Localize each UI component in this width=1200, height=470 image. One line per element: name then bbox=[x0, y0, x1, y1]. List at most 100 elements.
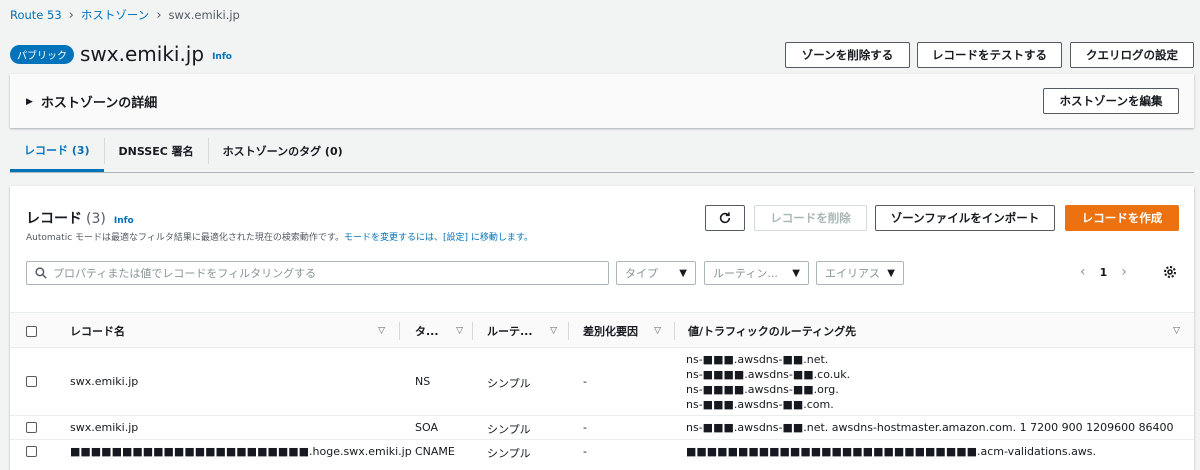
record-type: CNAME bbox=[415, 445, 455, 458]
pagination: ‹ 1 › bbox=[1080, 264, 1127, 280]
column-type-label: タ... bbox=[415, 325, 439, 338]
delete-record-button[interactable]: レコードを削除 bbox=[754, 205, 867, 231]
select-all-cell bbox=[26, 313, 37, 349]
records-count: (3) bbox=[86, 211, 106, 227]
hosted-zone-details-panel: ▶ ホストゾーンの詳細 bbox=[10, 74, 1194, 128]
records-table: レコード名 ▽ タ... ▽ ルーテ... ▽ 差別化要因 ▽ 値/トラフィックのルーテ… bbox=[10, 312, 1194, 464]
breadcrumb: Route 53 › ホストゾーン › swx.emiki.jp bbox=[10, 7, 240, 23]
next-page-icon[interactable]: › bbox=[1121, 264, 1127, 280]
tab-tags[interactable]: ホストゾーンのタグ (0) bbox=[209, 130, 357, 172]
caret-down-icon: ▼ bbox=[792, 267, 800, 279]
sort-icon: ▽ bbox=[378, 326, 385, 336]
info-link[interactable]: Info bbox=[212, 52, 232, 62]
public-badge: パブリック bbox=[10, 44, 74, 64]
create-record-button[interactable]: レコードを作成 bbox=[1065, 205, 1179, 231]
previous-page-icon[interactable]: ‹ bbox=[1080, 264, 1086, 280]
record-name: swx.emiki.jp bbox=[70, 421, 139, 434]
row-checkbox-cell bbox=[26, 376, 37, 387]
table-row[interactable]: ■■■■■■■■■■■■■■■■■■■■■■■.hoge.swx.emiki.j… bbox=[10, 440, 1194, 464]
column-divider bbox=[568, 322, 569, 340]
row-checkbox-cell bbox=[26, 446, 37, 457]
column-routing-label: ルーテ... bbox=[487, 325, 533, 338]
record-value-line: ns-■■■■.awsdns-■■.org. bbox=[686, 383, 839, 396]
tab-records[interactable]: レコード (3) bbox=[10, 130, 104, 172]
details-toggle[interactable]: ▶ ホストゾーンの詳細 bbox=[26, 92, 157, 111]
import-zone-file-button[interactable]: ゾーンファイルをインポート bbox=[875, 205, 1055, 231]
sort-icon: ▽ bbox=[550, 326, 557, 336]
details-label: ホストゾーンの詳細 bbox=[40, 96, 158, 111]
chevron-right-icon: › bbox=[156, 7, 162, 23]
tabs: レコード (3) DNSSEC 署名 ホストゾーンのタグ (0) bbox=[10, 130, 1194, 173]
table-row[interactable]: swx.emiki.jp SOA シンプル - ns-■■■.awsdns-■■… bbox=[10, 416, 1194, 440]
gear-icon[interactable] bbox=[1162, 264, 1178, 280]
row-checkbox[interactable] bbox=[26, 422, 37, 433]
records-header: レコード (3) Info bbox=[26, 208, 134, 228]
record-values: ns-■■■.awsdns-■■.net. ns-■■■■.awsdns-■■.… bbox=[686, 352, 850, 412]
search-input[interactable] bbox=[53, 266, 593, 280]
records-info-link[interactable]: Info bbox=[114, 216, 134, 226]
caret-down-icon: ▼ bbox=[679, 267, 687, 279]
tab-dnssec[interactable]: DNSSEC 署名 bbox=[105, 130, 208, 172]
records-desc-text: Automatic モードは最適なフィルタ結果に最適化された現在の検索動作です。 bbox=[26, 233, 344, 243]
record-value-line: ns-■■■.awsdns-■■.com. bbox=[686, 398, 834, 411]
delete-zone-button[interactable]: ゾーンを削除する bbox=[785, 42, 910, 68]
breadcrumb-hosted-zones[interactable]: ホストゾーン bbox=[81, 7, 149, 23]
table-header: レコード名 ▽ タ... ▽ ルーテ... ▽ 差別化要因 ▽ 値/トラフィックのルーテ… bbox=[10, 312, 1194, 348]
refresh-icon bbox=[719, 212, 731, 224]
column-diff-label: 差別化要因 bbox=[583, 325, 638, 338]
row-checkbox[interactable] bbox=[26, 376, 37, 387]
records-title: レコード bbox=[26, 211, 82, 227]
breadcrumb-current: swx.emiki.jp bbox=[168, 8, 240, 22]
caret-down-icon: ▼ bbox=[887, 267, 895, 279]
search-box[interactable] bbox=[26, 261, 609, 285]
record-value-line: ns-■■■.awsdns-■■.net. awsdns-hostmaster.… bbox=[686, 421, 1174, 434]
page-title: swx.emiki.jp bbox=[80, 42, 205, 66]
record-value-line: ns-■■■■.awsdns-■■.co.uk. bbox=[686, 368, 851, 381]
type-filter-label: タイプ bbox=[625, 267, 658, 280]
column-name[interactable]: レコード名 ▽ bbox=[70, 313, 385, 349]
routing-filter-select[interactable]: ルーティン... ▼ bbox=[704, 261, 809, 285]
column-type[interactable]: タ... ▽ bbox=[415, 313, 463, 349]
record-values: ■■■■■■■■■■■■■■■■■■■■■■■■■■■■.acm-validat… bbox=[686, 444, 1096, 459]
page-number[interactable]: 1 bbox=[1100, 266, 1108, 279]
column-diff[interactable]: 差別化要因 ▽ bbox=[583, 313, 661, 349]
record-name: ■■■■■■■■■■■■■■■■■■■■■■■.hoge.swx.emiki.j… bbox=[70, 445, 412, 458]
record-routing: シンプル bbox=[487, 377, 531, 390]
record-name: swx.emiki.jp bbox=[70, 375, 139, 388]
select-all-checkbox[interactable] bbox=[26, 325, 37, 337]
table-row[interactable]: swx.emiki.jp NS シンプル - ns-■■■.awsdns-■■.… bbox=[10, 348, 1194, 416]
record-diff: - bbox=[583, 421, 587, 434]
column-name-label: レコード名 bbox=[70, 325, 125, 338]
column-divider bbox=[399, 322, 400, 340]
row-checkbox-cell bbox=[26, 422, 37, 433]
page-header: パブリック swx.emiki.jp Info bbox=[10, 42, 232, 66]
record-values: ns-■■■.awsdns-■■.net. awsdns-hostmaster.… bbox=[686, 420, 1174, 435]
routing-filter-label: ルーティン... bbox=[713, 267, 778, 280]
column-divider bbox=[472, 322, 473, 340]
row-checkbox[interactable] bbox=[26, 446, 37, 457]
change-mode-link[interactable]: モードを変更するには、[設定] に移動します。 bbox=[344, 233, 533, 243]
sort-icon: ▽ bbox=[456, 326, 463, 336]
chevron-right-icon: › bbox=[68, 7, 74, 23]
column-value[interactable]: 値/トラフィックのルーティング先 ▽ bbox=[688, 313, 1180, 349]
column-value-label: 値/トラフィックのルーティング先 bbox=[688, 325, 857, 338]
record-routing: シンプル bbox=[487, 447, 531, 460]
record-routing: シンプル bbox=[487, 423, 531, 436]
edit-hosted-zone-button[interactable]: ホストゾーンを編集 bbox=[1043, 88, 1179, 114]
type-filter-select[interactable]: タイプ ▼ bbox=[616, 261, 696, 285]
test-record-button[interactable]: レコードをテストする bbox=[917, 42, 1062, 68]
sort-icon: ▽ bbox=[654, 326, 661, 336]
refresh-button[interactable] bbox=[705, 205, 745, 231]
alias-filter-select[interactable]: エイリアス ▼ bbox=[816, 261, 904, 285]
record-value-line: ns-■■■.awsdns-■■.net. bbox=[686, 353, 829, 366]
record-value-line: ■■■■■■■■■■■■■■■■■■■■■■■■■■■■.acm-validat… bbox=[686, 445, 1097, 458]
record-diff: - bbox=[583, 375, 587, 388]
query-log-button[interactable]: クエリログの設定 bbox=[1070, 42, 1194, 68]
alias-filter-label: エイリアス bbox=[825, 267, 880, 280]
column-routing[interactable]: ルーテ... ▽ bbox=[487, 313, 557, 349]
breadcrumb-route53[interactable]: Route 53 bbox=[10, 8, 62, 22]
caret-right-icon: ▶ bbox=[26, 96, 33, 107]
records-description: Automatic モードは最適なフィルタ結果に最適化された現在の検索動作です。… bbox=[26, 230, 533, 243]
record-type: SOA bbox=[415, 421, 438, 434]
record-diff: - bbox=[583, 445, 587, 458]
